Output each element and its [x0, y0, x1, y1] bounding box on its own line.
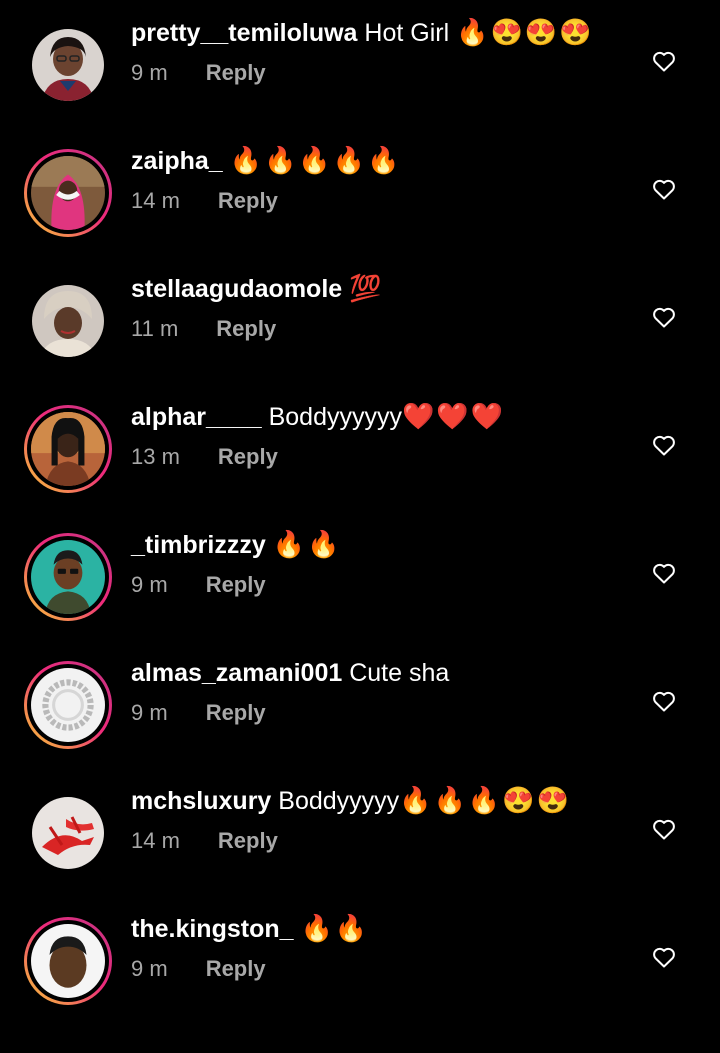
reply-button[interactable]: Reply: [218, 443, 278, 471]
comment-meta: 9 m Reply: [131, 699, 266, 727]
comment-meta: 14 m Reply: [131, 827, 278, 855]
reply-button[interactable]: Reply: [206, 571, 266, 599]
reply-button[interactable]: Reply: [206, 955, 266, 983]
comment-meta: 14 m Reply: [131, 187, 278, 215]
comment-username[interactable]: stellaagudaomole: [131, 275, 342, 303]
comment-item: the.kingston_ 🔥🔥 9 m Reply: [0, 913, 720, 1053]
avatar[interactable]: [32, 797, 104, 869]
comment-emoji: 🔥🔥🔥🔥🔥: [229, 145, 402, 175]
comment-item: zaipha_ 🔥🔥🔥🔥🔥 14 m Reply: [0, 145, 720, 285]
avatar[interactable]: [32, 29, 104, 101]
comment-item: mchsluxury Boddyyyyy🔥🔥🔥😍😍 14 m Reply: [0, 785, 720, 925]
comment-emoji: 💯: [349, 273, 384, 303]
reply-button[interactable]: Reply: [218, 187, 278, 215]
comment-body: Boddyyyyyy: [268, 403, 402, 431]
heart-outline-icon[interactable]: [652, 306, 676, 328]
heart-outline-icon[interactable]: [652, 178, 676, 200]
comment-emoji: 🔥🔥: [272, 529, 342, 559]
comment-text: stellaagudaomole 💯: [131, 271, 384, 306]
comment-emoji: 🔥🔥🔥😍😍: [399, 785, 572, 815]
heart-outline-icon[interactable]: [652, 818, 676, 840]
comment-text: _timbrizzzy 🔥🔥: [131, 527, 341, 562]
reply-button[interactable]: Reply: [216, 315, 276, 343]
comment-body: Hot Girl: [364, 19, 457, 47]
comment-timestamp: 9 m: [131, 700, 168, 725]
comment-timestamp: 11 m: [131, 316, 179, 341]
comment-meta: 13 m Reply: [131, 443, 278, 471]
heart-outline-icon[interactable]: [652, 946, 676, 968]
heart-outline-icon[interactable]: [652, 50, 676, 72]
heart-outline-icon[interactable]: [652, 562, 676, 584]
comment-username[interactable]: _timbrizzzy: [131, 531, 266, 559]
comment-username[interactable]: zaipha_: [131, 147, 223, 175]
comment-body: Cute sha: [349, 659, 450, 687]
comment-emoji: 🔥😍😍😍: [456, 17, 594, 47]
comment-meta: 9 m Reply: [131, 571, 266, 599]
comment-username[interactable]: almas_zamani001: [131, 659, 342, 687]
comment-item: alphar____ Boddyyyyyy❤️❤️❤️ 13 m Reply: [0, 401, 720, 541]
comment-text: the.kingston_ 🔥🔥: [131, 911, 369, 946]
comment-emoji: ❤️❤️❤️: [401, 401, 506, 431]
avatar[interactable]: [24, 149, 112, 237]
comment-text: mchsluxury Boddyyyyy🔥🔥🔥😍😍: [131, 783, 571, 818]
comment-username[interactable]: alphar____: [131, 403, 262, 431]
comment-body: Boddyyyyy: [278, 787, 400, 815]
comment-text: pretty__temiloluwa Hot Girl 🔥😍😍😍: [131, 15, 594, 50]
heart-outline-icon[interactable]: [652, 690, 676, 712]
comment-username[interactable]: mchsluxury: [131, 787, 271, 815]
comment-timestamp: 14 m: [131, 188, 180, 213]
comment-timestamp: 9 m: [131, 572, 168, 597]
comment-timestamp: 13 m: [131, 444, 180, 469]
comment-emoji: 🔥🔥: [300, 913, 370, 943]
comment-username[interactable]: pretty__temiloluwa: [131, 19, 357, 47]
reply-button[interactable]: Reply: [218, 827, 278, 855]
avatar[interactable]: [32, 285, 104, 357]
comment-timestamp: 14 m: [131, 828, 180, 853]
comment-meta: 11 m Reply: [131, 315, 276, 343]
avatar[interactable]: [24, 405, 112, 493]
avatar[interactable]: [24, 661, 112, 749]
comment-meta: 9 m Reply: [131, 59, 266, 87]
comment-timestamp: 9 m: [131, 60, 168, 85]
comment-text: almas_zamani001 Cute sha: [131, 655, 449, 690]
comment-item: almas_zamani001 Cute sha 9 m Reply: [0, 659, 720, 797]
comment-text: zaipha_ 🔥🔥🔥🔥🔥: [131, 143, 402, 178]
comment-item: stellaagudaomole 💯 11 m Reply: [0, 273, 720, 413]
comment-item: _timbrizzzy 🔥🔥 9 m Reply: [0, 529, 720, 669]
reply-button[interactable]: Reply: [206, 59, 266, 87]
reply-button[interactable]: Reply: [206, 699, 266, 727]
comment-username[interactable]: the.kingston_: [131, 915, 294, 943]
comment-item: pretty__temiloluwa Hot Girl 🔥😍😍😍 9 m Repl…: [0, 17, 720, 157]
comment-text: alphar____ Boddyyyyyy❤️❤️❤️: [131, 399, 505, 434]
avatar[interactable]: [24, 533, 112, 621]
heart-outline-icon[interactable]: [652, 434, 676, 456]
avatar[interactable]: [24, 917, 112, 1005]
comment-timestamp: 9 m: [131, 956, 168, 981]
comment-meta: 9 m Reply: [131, 955, 266, 983]
